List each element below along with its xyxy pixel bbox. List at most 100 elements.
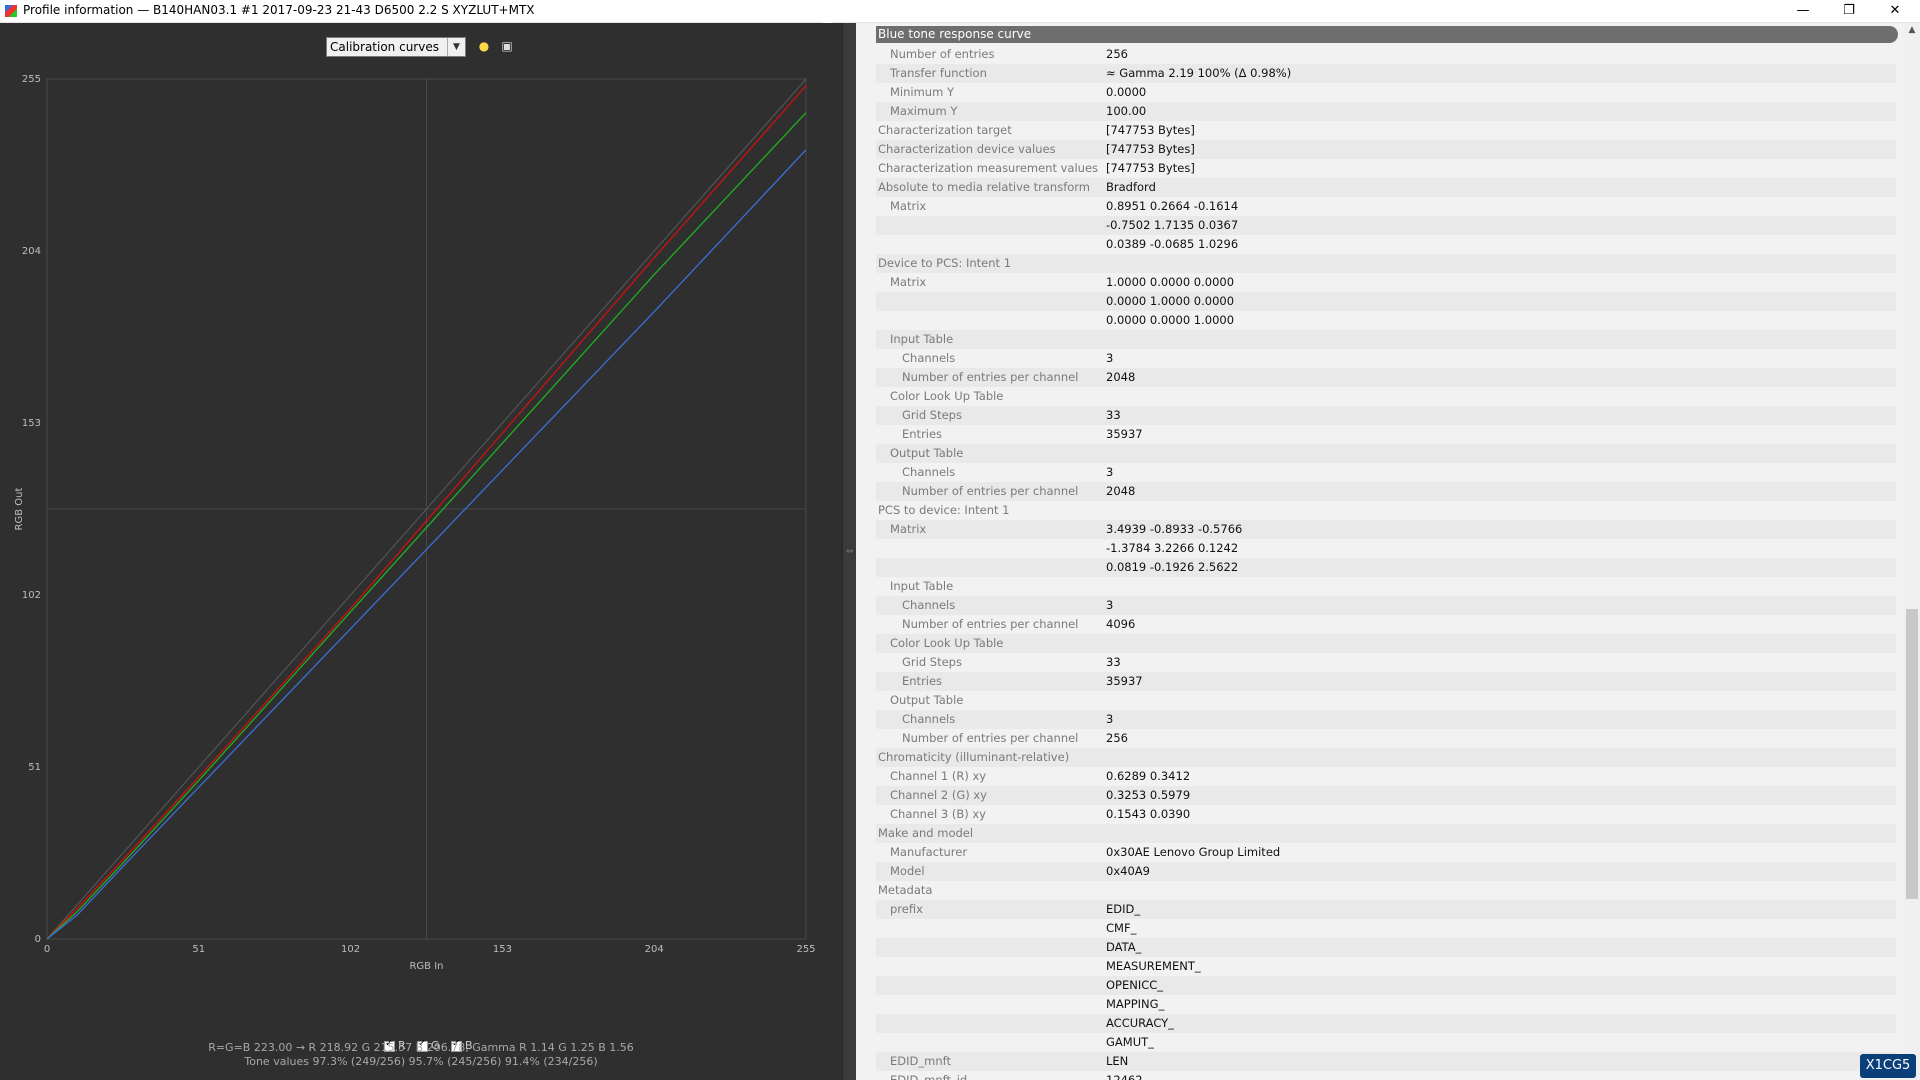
info-row: Channels 3	[876, 349, 1896, 368]
info-value: [747753 Bytes]	[1106, 142, 1195, 156]
info-label: Color Look Up Table	[890, 636, 1004, 650]
info-row: DATA_	[876, 938, 1896, 957]
info-value: EDID_	[1106, 902, 1141, 916]
info-row: -1.3784 3.2266 0.1242	[876, 539, 1896, 558]
info-row: Grid Steps 33	[876, 653, 1896, 672]
info-label: Channel 2 (G) xy	[890, 788, 987, 802]
window-title: Profile information — B140HAN03.1 #1 201…	[23, 3, 535, 17]
info-value: [747753 Bytes]	[1106, 161, 1195, 175]
info-label: Minimum Y	[890, 85, 954, 99]
info-value: 0x40A9	[1106, 864, 1150, 878]
info-row: prefix EDID_	[876, 900, 1896, 919]
info-label: Number of entries per channel	[902, 484, 1079, 498]
info-value: 256	[1106, 47, 1128, 61]
info-row: Channel 1 (R) xy 0.6289 0.3412	[876, 767, 1896, 786]
info-value: 0.8951 0.2664 -0.1614	[1106, 199, 1239, 213]
info-row: Transfer function ≈ Gamma 2.19 100% (Δ 0.…	[876, 64, 1896, 83]
info-row: Channels 3	[876, 463, 1896, 482]
info-label: Make and model	[878, 826, 974, 840]
info-row: -0.7502 1.7135 0.0367	[876, 216, 1896, 235]
info-row: Output Table	[876, 444, 1896, 463]
info-value: Bradford	[1106, 180, 1156, 194]
calibration-curves-chart: 0 51 102 153 204 255 0 51 102 153 204 255 RGB In RGB …	[14, 74, 816, 972]
info-value: 256	[1106, 731, 1128, 745]
section-header: Blue tone response curve	[876, 26, 1898, 43]
info-row: Model 0x40A9	[876, 862, 1896, 881]
info-row: 0.0000 0.0000 1.0000	[876, 311, 1896, 330]
info-value: DATA_	[1106, 940, 1142, 954]
info-row: MEASUREMENT_	[876, 957, 1896, 976]
info-value: 3.4939 -0.8933 -0.5766	[1106, 522, 1243, 536]
x-tick-label: 204	[645, 944, 664, 955]
maximize-button[interactable]: ❐	[1826, 0, 1872, 22]
scroll-thumb[interactable]	[1906, 609, 1918, 899]
info-value: 0.0389 -0.0685 1.0296	[1106, 237, 1239, 251]
info-row: Manufacturer 0x30AE Lenovo Group Limited	[876, 843, 1896, 862]
info-row: Chromaticity (illuminant-relative)	[876, 748, 1896, 767]
info-label: Entries	[902, 427, 943, 441]
info-value: -0.7502 1.7135 0.0367	[1106, 218, 1239, 232]
info-label: Device to PCS: Intent 1	[878, 256, 1012, 270]
info-row: Characterization device values [747753 By…	[876, 140, 1896, 159]
info-label: Matrix	[890, 275, 927, 289]
x-tick-label: 153	[493, 944, 512, 955]
minimize-button[interactable]: —	[1780, 0, 1826, 22]
info-row: Absolute to media relative transform Brad…	[876, 178, 1896, 197]
info-label: Matrix	[890, 522, 927, 536]
info-value: LEN	[1106, 1054, 1129, 1068]
info-label: Output Table	[890, 446, 964, 460]
info-row: Matrix 3.4939 -0.8933 -0.5766	[876, 520, 1896, 539]
info-row: 0.0389 -0.0685 1.0296	[876, 235, 1896, 254]
x-axis-label: RGB In	[409, 961, 443, 972]
info-label: prefix	[890, 902, 923, 916]
info-value: 0.0000 0.0000 1.0000	[1106, 313, 1235, 327]
info-label: Chromaticity (illuminant-relative)	[878, 750, 1070, 764]
info-row: Channel 2 (G) xy 0.3253 0.5979	[876, 786, 1896, 805]
info-value: MAPPING_	[1106, 997, 1165, 1011]
info-label: Channel 3 (B) xy	[890, 807, 986, 821]
info-label: Channels	[902, 712, 956, 726]
info-row: Grid Steps 33	[876, 406, 1896, 425]
info-row: Channel 3 (B) xy 0.1543 0.0390	[876, 805, 1896, 824]
info-row: 0.0819 -0.1926 2.5622	[876, 558, 1896, 577]
info-label: Channels	[902, 351, 956, 365]
profile-info-pane: Blue tone response curve Number of entri…	[856, 23, 1920, 1080]
info-row: Minimum Y 0.0000	[876, 83, 1896, 102]
info-row: Number of entries per channel 2048	[876, 368, 1896, 387]
info-value: 35937	[1106, 427, 1143, 441]
info-row: Metadata	[876, 881, 1896, 900]
info-row: Input Table	[876, 330, 1896, 349]
info-value: 100.00	[1106, 104, 1147, 118]
info-label: Channels	[902, 598, 956, 612]
info-row: OPENICC_	[876, 976, 1896, 995]
y-tick-label: 102	[22, 590, 41, 601]
info-label: Entries	[902, 674, 943, 688]
info-label: Input Table	[890, 332, 954, 346]
info-row: EDID_mnft LEN	[876, 1052, 1896, 1071]
info-value: 12462	[1106, 1073, 1143, 1080]
y-tick-label: 0	[35, 934, 41, 945]
info-label: EDID_mnft_id	[890, 1073, 968, 1080]
x-tick-label: 51	[192, 944, 205, 955]
info-value: 33	[1106, 655, 1121, 669]
status-line-2: Tone values 97.3% (249/256) 95.7% (245/2…	[244, 1055, 598, 1068]
info-label: Characterization measurement values	[878, 161, 1099, 175]
taskbar-badge[interactable]: X1CG5	[1860, 1054, 1916, 1078]
close-button[interactable]: ✕	[1872, 0, 1918, 22]
y-tick-label: 51	[28, 762, 41, 773]
info-row: Make and model	[876, 824, 1896, 843]
info-label: Matrix	[890, 199, 927, 213]
splitter-grip-icon: ⇔	[846, 547, 854, 557]
curves-pane: Calibration curves ▼ ● ▣ 0 51 102 153 204 255…	[0, 23, 842, 1080]
vertical-scrollbar[interactable]: ▲	[1904, 23, 1920, 1080]
info-value: 2048	[1106, 370, 1136, 384]
scroll-up-icon[interactable]: ▲	[1904, 25, 1920, 35]
info-label: Model	[890, 864, 925, 878]
info-row: Number of entries per channel 4096	[876, 615, 1896, 634]
info-label: Number of entries per channel	[902, 370, 1079, 384]
info-row: GAMUT_	[876, 1033, 1896, 1052]
x-tick-label: 0	[44, 944, 50, 955]
info-value: 0x30AE Lenovo Group Limited	[1106, 845, 1281, 859]
info-row: CMF_	[876, 919, 1896, 938]
info-label: Manufacturer	[890, 845, 968, 859]
